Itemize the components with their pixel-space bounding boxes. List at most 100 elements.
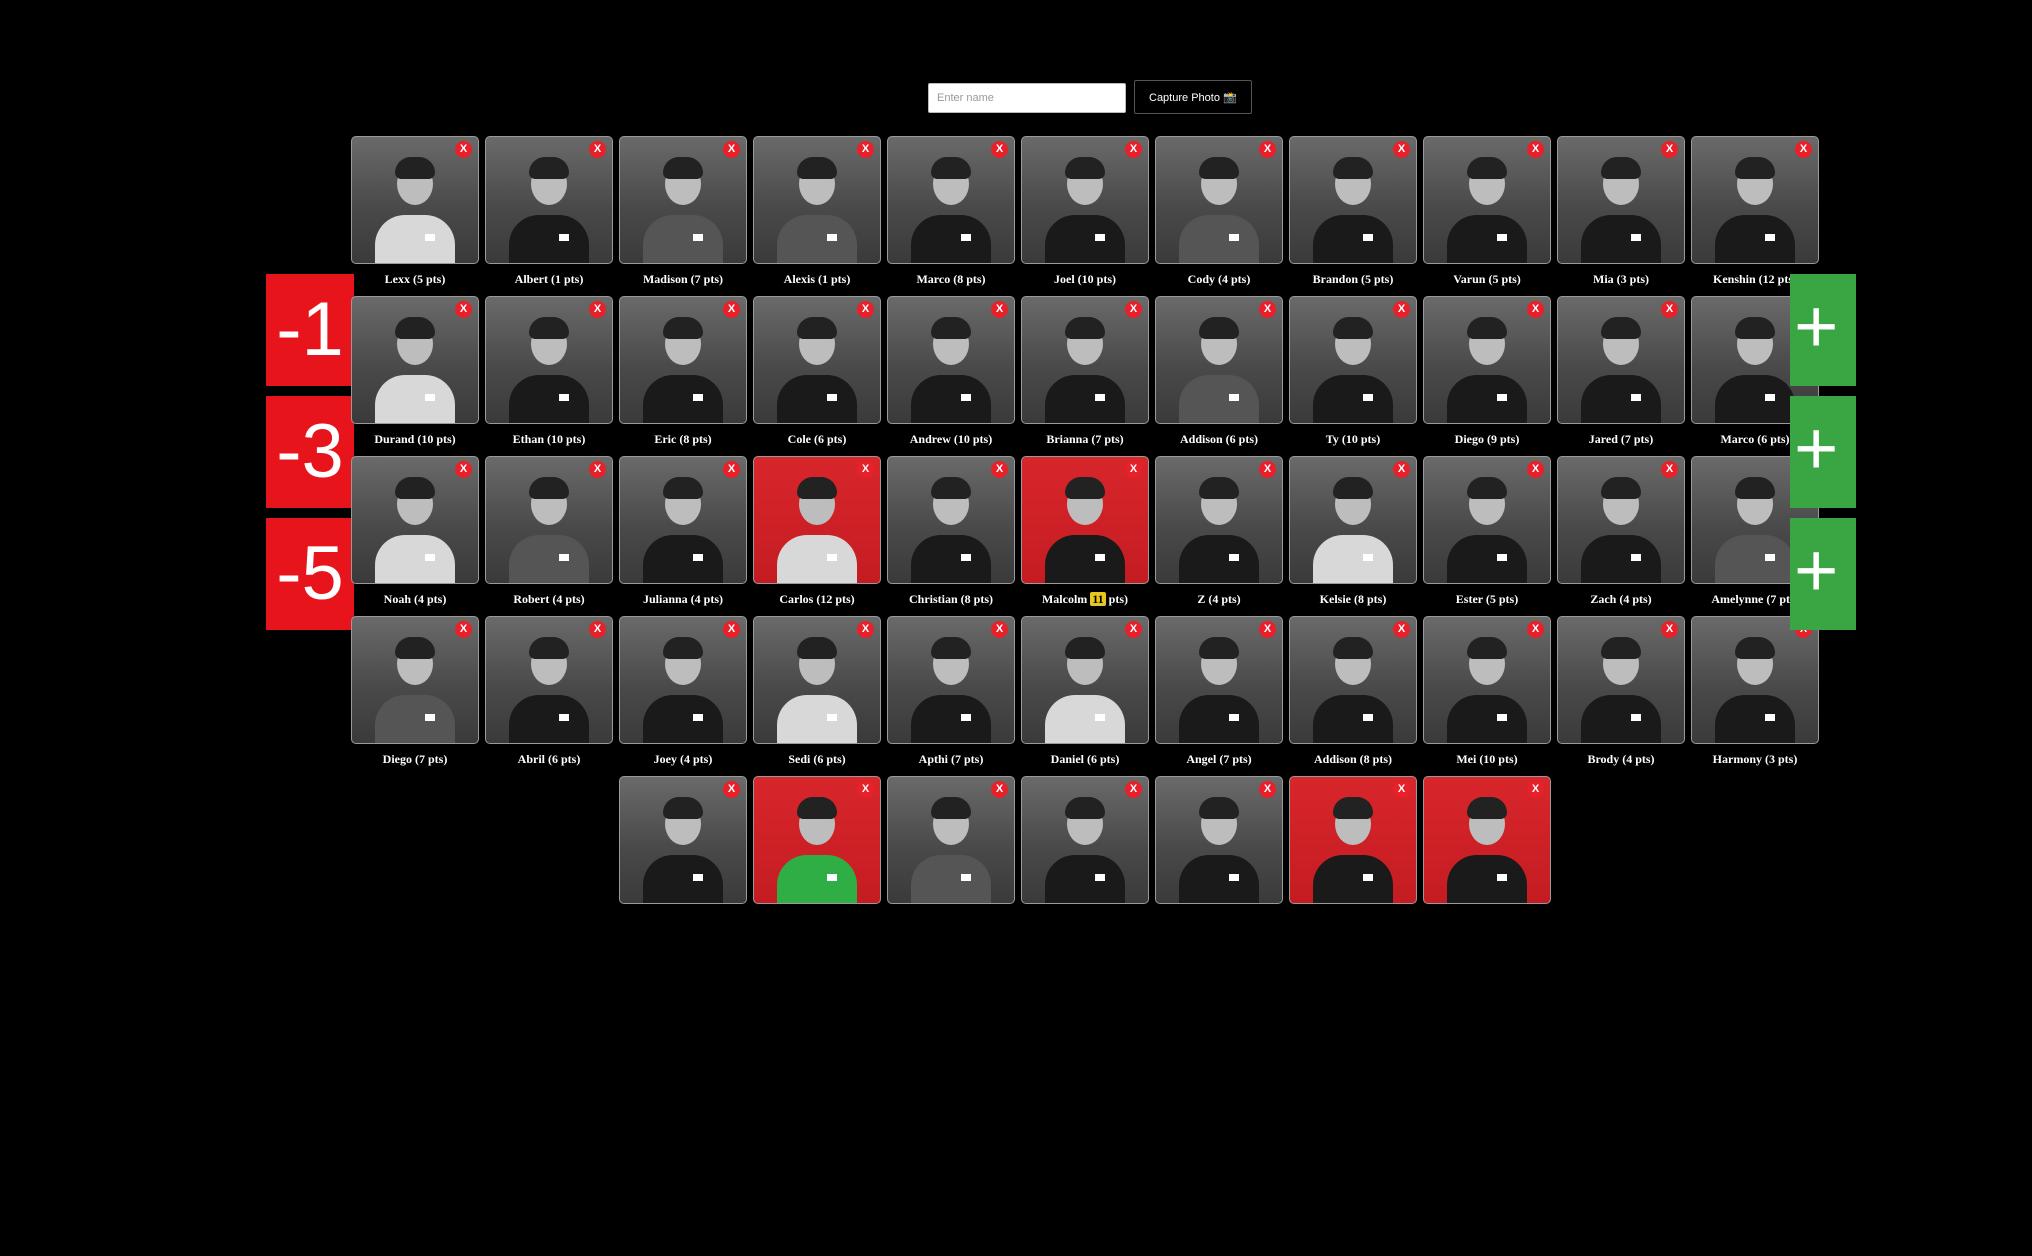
- plus-3-button[interactable]: +: [1790, 396, 1856, 508]
- student-card[interactable]: X Brody (4 pts): [1557, 616, 1685, 776]
- student-photo[interactable]: X: [619, 776, 747, 904]
- student-photo[interactable]: X: [1155, 616, 1283, 744]
- student-card[interactable]: X: [1021, 776, 1149, 936]
- student-photo[interactable]: X: [887, 136, 1015, 264]
- student-card[interactable]: X Carlos (12 pts): [753, 456, 881, 616]
- remove-button[interactable]: X: [1661, 301, 1678, 318]
- student-card[interactable]: X Robert (4 pts): [485, 456, 613, 616]
- student-card[interactable]: X Eric (8 pts): [619, 296, 747, 456]
- student-photo[interactable]: X: [1021, 136, 1149, 264]
- remove-button[interactable]: X: [1125, 461, 1142, 478]
- remove-button[interactable]: X: [589, 301, 606, 318]
- student-card[interactable]: X Abril (6 pts): [485, 616, 613, 776]
- student-photo[interactable]: X: [1423, 296, 1551, 424]
- student-card[interactable]: X Joel (10 pts): [1021, 136, 1149, 296]
- remove-button[interactable]: X: [1393, 781, 1410, 798]
- remove-button[interactable]: X: [857, 301, 874, 318]
- remove-button[interactable]: X: [1527, 461, 1544, 478]
- remove-button[interactable]: X: [723, 301, 740, 318]
- student-card[interactable]: X Mei (10 pts): [1423, 616, 1551, 776]
- capture-photo-button[interactable]: Capture Photo 📸: [1134, 80, 1252, 114]
- remove-button[interactable]: X: [1527, 301, 1544, 318]
- remove-button[interactable]: X: [723, 781, 740, 798]
- remove-button[interactable]: X: [991, 141, 1008, 158]
- student-photo[interactable]: X: [753, 616, 881, 744]
- minus-5-button[interactable]: -5: [266, 518, 354, 630]
- student-card[interactable]: X Cody (4 pts): [1155, 136, 1283, 296]
- student-card[interactable]: X: [753, 776, 881, 936]
- remove-button[interactable]: X: [723, 141, 740, 158]
- student-card[interactable]: X Ethan (10 pts): [485, 296, 613, 456]
- remove-button[interactable]: X: [1125, 621, 1142, 638]
- remove-button[interactable]: X: [455, 141, 472, 158]
- student-photo[interactable]: X: [753, 296, 881, 424]
- remove-button[interactable]: X: [1661, 461, 1678, 478]
- student-card[interactable]: X: [619, 776, 747, 936]
- remove-button[interactable]: X: [1125, 781, 1142, 798]
- student-photo[interactable]: X: [1021, 296, 1149, 424]
- student-photo[interactable]: X: [351, 456, 479, 584]
- remove-button[interactable]: X: [1393, 301, 1410, 318]
- student-card[interactable]: X Addison (8 pts): [1289, 616, 1417, 776]
- student-photo[interactable]: X: [351, 296, 479, 424]
- name-input[interactable]: [928, 83, 1126, 113]
- student-card[interactable]: X Kelsie (8 pts): [1289, 456, 1417, 616]
- student-photo[interactable]: X: [485, 616, 613, 744]
- student-card[interactable]: X Brianna (7 pts): [1021, 296, 1149, 456]
- student-card[interactable]: X Kenshin (12 pts): [1691, 136, 1819, 296]
- remove-button[interactable]: X: [1527, 781, 1544, 798]
- student-card[interactable]: X Noah (4 pts): [351, 456, 479, 616]
- student-card[interactable]: X Daniel (6 pts): [1021, 616, 1149, 776]
- remove-button[interactable]: X: [991, 301, 1008, 318]
- student-photo[interactable]: X: [1021, 776, 1149, 904]
- student-photo[interactable]: X: [1289, 616, 1417, 744]
- student-photo[interactable]: X: [1155, 456, 1283, 584]
- student-photo[interactable]: X: [351, 136, 479, 264]
- student-card[interactable]: X Diego (9 pts): [1423, 296, 1551, 456]
- minus-3-button[interactable]: -3: [266, 396, 354, 508]
- remove-button[interactable]: X: [1125, 301, 1142, 318]
- student-photo[interactable]: X: [887, 616, 1015, 744]
- remove-button[interactable]: X: [1527, 621, 1544, 638]
- student-photo[interactable]: X: [887, 776, 1015, 904]
- student-card[interactable]: X: [1155, 776, 1283, 936]
- student-card[interactable]: X Addison (6 pts): [1155, 296, 1283, 456]
- remove-button[interactable]: X: [455, 301, 472, 318]
- remove-button[interactable]: X: [589, 621, 606, 638]
- remove-button[interactable]: X: [1661, 141, 1678, 158]
- student-photo[interactable]: X: [485, 456, 613, 584]
- student-photo[interactable]: X: [351, 616, 479, 744]
- student-photo[interactable]: X: [1691, 136, 1819, 264]
- student-card[interactable]: X Varun (5 pts): [1423, 136, 1551, 296]
- student-photo[interactable]: X: [1423, 776, 1551, 904]
- student-photo[interactable]: X: [1423, 136, 1551, 264]
- student-card[interactable]: X Madison (7 pts): [619, 136, 747, 296]
- remove-button[interactable]: X: [1527, 141, 1544, 158]
- student-photo[interactable]: X: [1289, 296, 1417, 424]
- remove-button[interactable]: X: [1259, 301, 1276, 318]
- student-card[interactable]: X Ty (10 pts): [1289, 296, 1417, 456]
- student-card[interactable]: X: [1289, 776, 1417, 936]
- remove-button[interactable]: X: [857, 781, 874, 798]
- remove-button[interactable]: X: [1393, 621, 1410, 638]
- remove-button[interactable]: X: [1259, 141, 1276, 158]
- student-photo[interactable]: X: [485, 136, 613, 264]
- student-photo[interactable]: X: [1021, 616, 1149, 744]
- student-photo[interactable]: X: [1289, 456, 1417, 584]
- remove-button[interactable]: X: [723, 621, 740, 638]
- student-card[interactable]: X Julianna (4 pts): [619, 456, 747, 616]
- remove-button[interactable]: X: [1661, 621, 1678, 638]
- remove-button[interactable]: X: [589, 141, 606, 158]
- student-card[interactable]: X Angel (7 pts): [1155, 616, 1283, 776]
- student-card[interactable]: X Durand (10 pts): [351, 296, 479, 456]
- student-photo[interactable]: X: [485, 296, 613, 424]
- student-card[interactable]: X Albert (1 pts): [485, 136, 613, 296]
- remove-button[interactable]: X: [1125, 141, 1142, 158]
- remove-button[interactable]: X: [991, 621, 1008, 638]
- student-photo[interactable]: X: [1423, 616, 1551, 744]
- student-card[interactable]: X Cole (6 pts): [753, 296, 881, 456]
- student-photo[interactable]: X: [1557, 616, 1685, 744]
- remove-button[interactable]: X: [455, 461, 472, 478]
- student-photo[interactable]: X: [1423, 456, 1551, 584]
- student-photo[interactable]: X: [887, 456, 1015, 584]
